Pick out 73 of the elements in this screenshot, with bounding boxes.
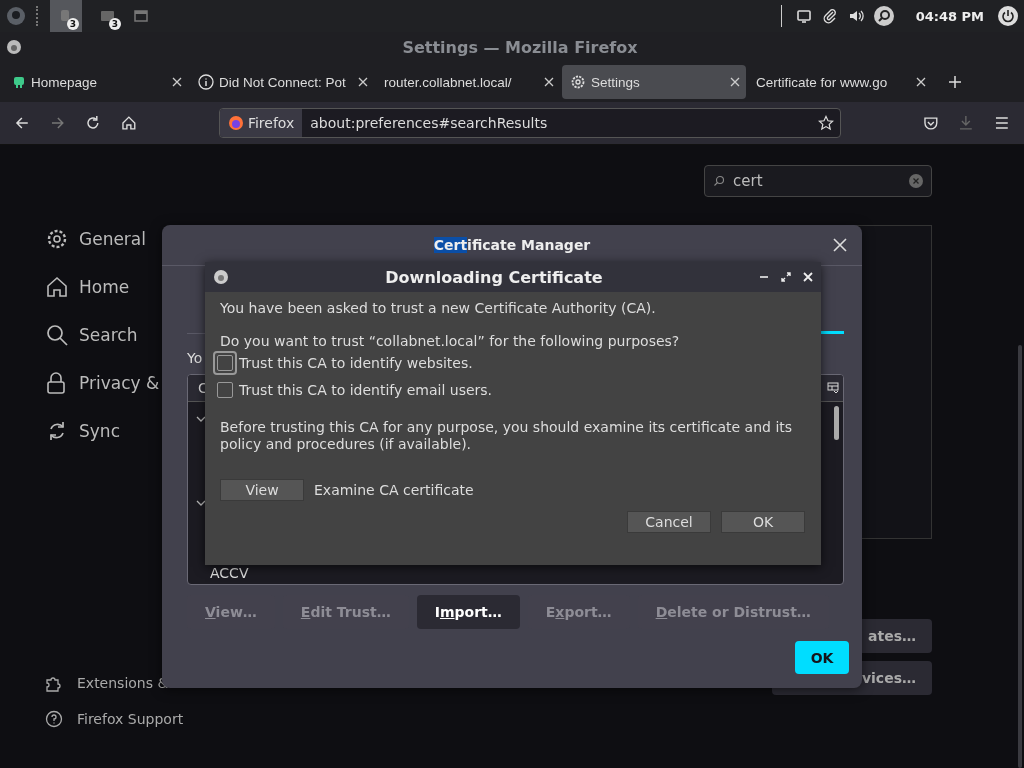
browser-tab[interactable]: Settings — [562, 65, 746, 99]
taskbar-app[interactable]: 3 — [92, 0, 124, 32]
maximize-icon[interactable] — [781, 272, 791, 282]
address-bar[interactable]: Firefox about:preferences#searchResults — [218, 108, 841, 138]
robot-icon — [12, 75, 26, 89]
question-text: Do you want to trust “collabnet.local” for the following purposes? — [220, 333, 681, 349]
close-icon[interactable] — [172, 77, 182, 87]
ok-button[interactable]: OK — [795, 641, 849, 674]
view-button[interactable]: View — [220, 479, 304, 501]
pocket-icon[interactable] — [922, 115, 939, 131]
download-icon[interactable] — [958, 115, 975, 131]
badge: 3 — [109, 18, 121, 30]
close-icon[interactable] — [544, 77, 554, 87]
close-icon[interactable] — [833, 238, 847, 252]
clock: 04:48 PM — [915, 8, 984, 24]
search-icon[interactable] — [873, 6, 894, 26]
menu-icon[interactable] — [994, 115, 1010, 131]
settings-icon — [45, 227, 69, 251]
browser-tab[interactable]: router.collabnet.local/ — [376, 65, 560, 99]
home-icon — [45, 275, 69, 299]
speaker-icon[interactable] — [847, 8, 864, 24]
browser-tab[interactable]: Certificate for www.go — [748, 65, 932, 99]
search-icon — [713, 175, 725, 187]
power-icon[interactable] — [998, 6, 1018, 26]
puzzle-icon — [45, 674, 63, 692]
new-tab-icon[interactable] — [948, 75, 962, 89]
dialog-button[interactable]: Cancel — [627, 511, 711, 533]
dialog-button[interactable]: OK — [721, 511, 805, 533]
warning-text: Before trusting this CA for any purpose, you should examine its certificate and its policy and procedures (if available). — [220, 419, 794, 453]
settings-icon — [570, 74, 586, 90]
dialog-title: Certificate Manager — [433, 237, 591, 253]
clear-icon[interactable] — [909, 174, 923, 188]
url-text: about:preferences#searchResults — [309, 115, 549, 131]
identity-label: Firefox — [247, 115, 295, 131]
star-icon[interactable] — [817, 115, 834, 131]
badge: 3 — [67, 18, 79, 30]
forward-icon[interactable] — [49, 115, 66, 131]
info-icon — [198, 74, 214, 90]
taskbar-app[interactable]: 3 — [50, 0, 82, 32]
window-title: Settings — Mozilla Firefox — [401, 37, 639, 57]
sidebar-item[interactable]: Home — [45, 275, 200, 299]
dialog-button[interactable]: Import… — [416, 595, 520, 629]
close-icon[interactable] — [358, 77, 368, 87]
checkbox-option[interactable]: Trust this CA to identify websites. — [214, 349, 821, 376]
dialog-title: Downloading Certificate — [384, 267, 604, 287]
search-icon — [45, 323, 69, 347]
search-field[interactable]: cert — [704, 165, 932, 197]
screen-icon[interactable] — [795, 8, 812, 24]
identity-badge[interactable]: Firefox — [219, 109, 303, 137]
paperclip-icon[interactable] — [821, 8, 838, 24]
close-icon[interactable] — [730, 77, 740, 87]
sidebar-item[interactable]: Search — [45, 323, 200, 347]
close-icon[interactable] — [916, 77, 926, 87]
table-row[interactable]: ACCV — [210, 565, 249, 581]
message-text: You have been asked to trust a new Certificate Authority (CA). — [220, 300, 657, 316]
scrollbar[interactable] — [834, 406, 839, 440]
window-icon[interactable] — [134, 9, 148, 23]
checkbox-option[interactable]: Trust this CA to identify email users. — [214, 376, 821, 403]
scrollbar[interactable] — [1018, 345, 1022, 768]
home-icon[interactable] — [121, 115, 137, 131]
back-icon[interactable] — [14, 115, 30, 131]
sidebar-item[interactable]: Privacy & — [45, 371, 200, 395]
sidebar-link[interactable]: Firefox Support — [45, 710, 200, 728]
view-caption: Examine CA certificate — [314, 482, 474, 498]
intro-text: Yo — [187, 350, 203, 368]
help-icon — [45, 710, 63, 728]
checkbox[interactable] — [217, 381, 233, 398]
browser-tab[interactable]: Homepage — [4, 65, 188, 99]
sidebar-item[interactable]: General — [45, 227, 200, 251]
browser-tab[interactable]: Did Not Connect: Pot — [190, 65, 374, 99]
logo-icon[interactable] — [6, 6, 26, 26]
sidebar-item[interactable]: Sync — [45, 419, 200, 443]
column-picker-icon[interactable] — [827, 382, 839, 394]
